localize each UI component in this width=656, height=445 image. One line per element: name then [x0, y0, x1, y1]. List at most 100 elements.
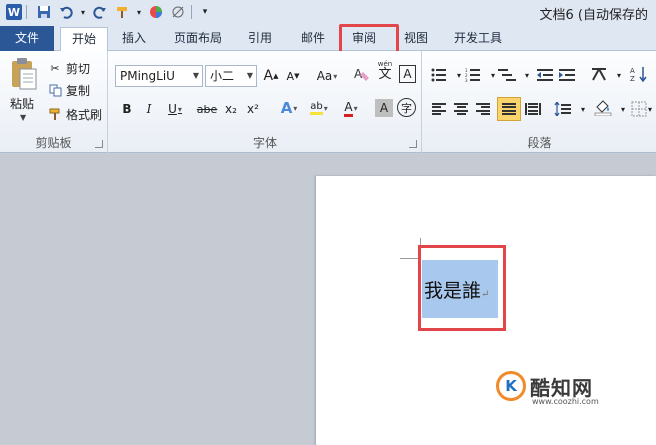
cut-button[interactable]: ✂ 剪切: [48, 59, 90, 77]
align-center-icon[interactable]: [451, 99, 471, 119]
font-size-select[interactable]: 小二 ▼: [205, 65, 257, 87]
tab-mailings[interactable]: 邮件: [292, 27, 334, 51]
align-left-icon[interactable]: [429, 99, 449, 119]
clear-formatting-button[interactable]: A: [351, 64, 371, 84]
copy-button[interactable]: 复制: [48, 81, 90, 99]
watermark-logo-icon: K: [496, 371, 526, 401]
tab-view[interactable]: 视图: [396, 27, 436, 51]
tab-insert[interactable]: 插入: [112, 27, 156, 51]
paragraph-group-label: 段落: [527, 136, 552, 150]
paste-dropdown-icon[interactable]: ▼: [20, 113, 26, 122]
draw-shape-icon[interactable]: [169, 3, 187, 21]
underline-button[interactable]: U: [161, 99, 189, 119]
font-name-select[interactable]: PMingLiU ▼: [115, 65, 203, 87]
watermark-url: www.coozhi.com: [532, 397, 599, 406]
borders-dropdown-icon[interactable]: ▾: [645, 99, 655, 119]
ribbon-home: 粘贴 ▼ ✂ 剪切 复制 格式刷 剪贴板 PMingLiU ▼ 小二 ▼ A▲: [0, 51, 656, 153]
format-painter-qat-icon[interactable]: [113, 3, 131, 21]
font-color-glyph: A: [344, 100, 353, 117]
save-icon[interactable]: [35, 3, 53, 21]
multilevel-dropdown-icon[interactable]: ▾: [517, 65, 537, 85]
subscript-button[interactable]: x₂: [221, 99, 241, 119]
char-border-button[interactable]: A: [399, 65, 416, 83]
tab-references[interactable]: 引用: [240, 27, 280, 51]
text-highlight-box: [418, 245, 506, 331]
phonetic-char-glyph: 文: [378, 67, 392, 82]
svg-text:A: A: [630, 67, 635, 75]
grow-font-glyph: A: [263, 68, 274, 84]
ribbon-tabs: 文件 开始 插入 页面布局 引用 邮件 审阅 视图 开发工具: [0, 24, 656, 52]
format-painter-button[interactable]: 格式刷: [48, 105, 102, 123]
font-group: PMingLiU ▼ 小二 ▼ A▲ A▼ Aa A wén 文 A B I U a…: [109, 51, 422, 153]
color-wheel-icon[interactable]: [147, 3, 165, 21]
font-launcher-icon[interactable]: [409, 140, 417, 148]
char-shading-button[interactable]: A: [375, 99, 393, 117]
text-effects-button[interactable]: A: [275, 98, 303, 118]
qat-separator: [26, 5, 27, 19]
highlight-button[interactable]: ab: [305, 98, 333, 118]
align-right-icon[interactable]: [473, 99, 493, 119]
paste-button[interactable]: 粘贴: [10, 95, 34, 112]
shrink-font-glyph: A: [286, 69, 295, 83]
distributed-icon[interactable]: [523, 99, 543, 119]
svg-text:Z: Z: [630, 75, 635, 82]
clipboard-group: 粘贴 ▼ ✂ 剪切 复制 格式刷 剪贴板: [0, 51, 108, 153]
copy-icon: [48, 83, 62, 97]
phonetic-guide-button[interactable]: wén 文: [375, 61, 395, 82]
shrink-font-button[interactable]: A ▼: [283, 66, 303, 86]
copy-label: 复制: [66, 83, 91, 98]
clipboard-launcher-icon[interactable]: [95, 140, 103, 148]
font-color-button[interactable]: A: [337, 98, 365, 118]
brush-icon: [48, 107, 62, 121]
grow-font-button[interactable]: A ▲: [261, 66, 281, 86]
chinese-layout-dropdown-icon[interactable]: ▾: [609, 65, 629, 85]
font-name-value: PMingLiU: [120, 69, 175, 83]
superscript-button[interactable]: x²: [243, 99, 263, 119]
multilevel-list-icon[interactable]: [497, 65, 517, 85]
font-size-value: 小二: [210, 69, 235, 83]
tab-developer[interactable]: 开发工具: [446, 27, 510, 51]
undo-dropdown-icon[interactable]: ▾: [79, 3, 87, 21]
decrease-indent-icon[interactable]: [535, 65, 555, 85]
qat-separator-2: [191, 5, 192, 19]
qat-dropdown-icon[interactable]: ▾: [135, 3, 143, 21]
highlight-glyph: ab: [310, 101, 323, 115]
change-case-button[interactable]: Aa: [313, 66, 341, 86]
text-effects-glyph: A: [280, 99, 293, 117]
redo-icon[interactable]: [91, 3, 109, 21]
chevron-down-icon: ▼: [246, 71, 253, 80]
word-app-icon[interactable]: W: [6, 4, 22, 20]
document-title: 文档6 (自动保存的: [539, 8, 648, 23]
enclose-chars-button[interactable]: 字: [397, 98, 416, 117]
paragraph-group: ▾ 123 ▾ ▾ ▾ AZ ▾ ▾ ▾ 段落: [423, 51, 656, 153]
chinese-layout-icon[interactable]: [589, 64, 609, 84]
justify-icon[interactable]: [497, 97, 521, 121]
change-case-glyph: Aa: [316, 69, 333, 83]
increase-indent-icon[interactable]: [557, 65, 577, 85]
tab-page-layout[interactable]: 页面布局: [166, 27, 230, 51]
clipboard-group-label: 剪贴板: [35, 136, 72, 150]
font-group-label: 字体: [252, 136, 277, 150]
line-spacing-dropdown-icon[interactable]: ▾: [573, 99, 593, 119]
bullets-icon[interactable]: [429, 65, 449, 85]
title-bar: W ▾ ▾ ▾ 文档6 (自动保存的: [0, 0, 656, 24]
line-spacing-icon[interactable]: [553, 99, 573, 119]
cut-label: 剪切: [66, 61, 91, 76]
strikethrough-button[interactable]: abe: [195, 99, 219, 119]
italic-button[interactable]: I: [139, 99, 159, 119]
tab-file[interactable]: 文件: [0, 26, 54, 51]
numbering-icon[interactable]: 123: [463, 65, 483, 85]
sort-icon[interactable]: AZ: [629, 64, 649, 84]
paste-icon[interactable]: [10, 57, 38, 91]
clear-formatting-icon: A: [354, 67, 369, 81]
undo-icon[interactable]: [57, 3, 75, 21]
customize-qat-icon[interactable]: ▾: [200, 3, 210, 21]
tab-home[interactable]: 开始: [60, 27, 108, 52]
shading-icon[interactable]: [593, 97, 613, 117]
chevron-down-icon: ▼: [192, 71, 199, 80]
format-painter-label: 格式刷: [66, 107, 103, 122]
margin-corner-mark: [400, 258, 420, 259]
char-border-glyph: A: [403, 67, 412, 81]
svg-text:3: 3: [465, 78, 468, 82]
bold-button[interactable]: B: [117, 99, 137, 119]
